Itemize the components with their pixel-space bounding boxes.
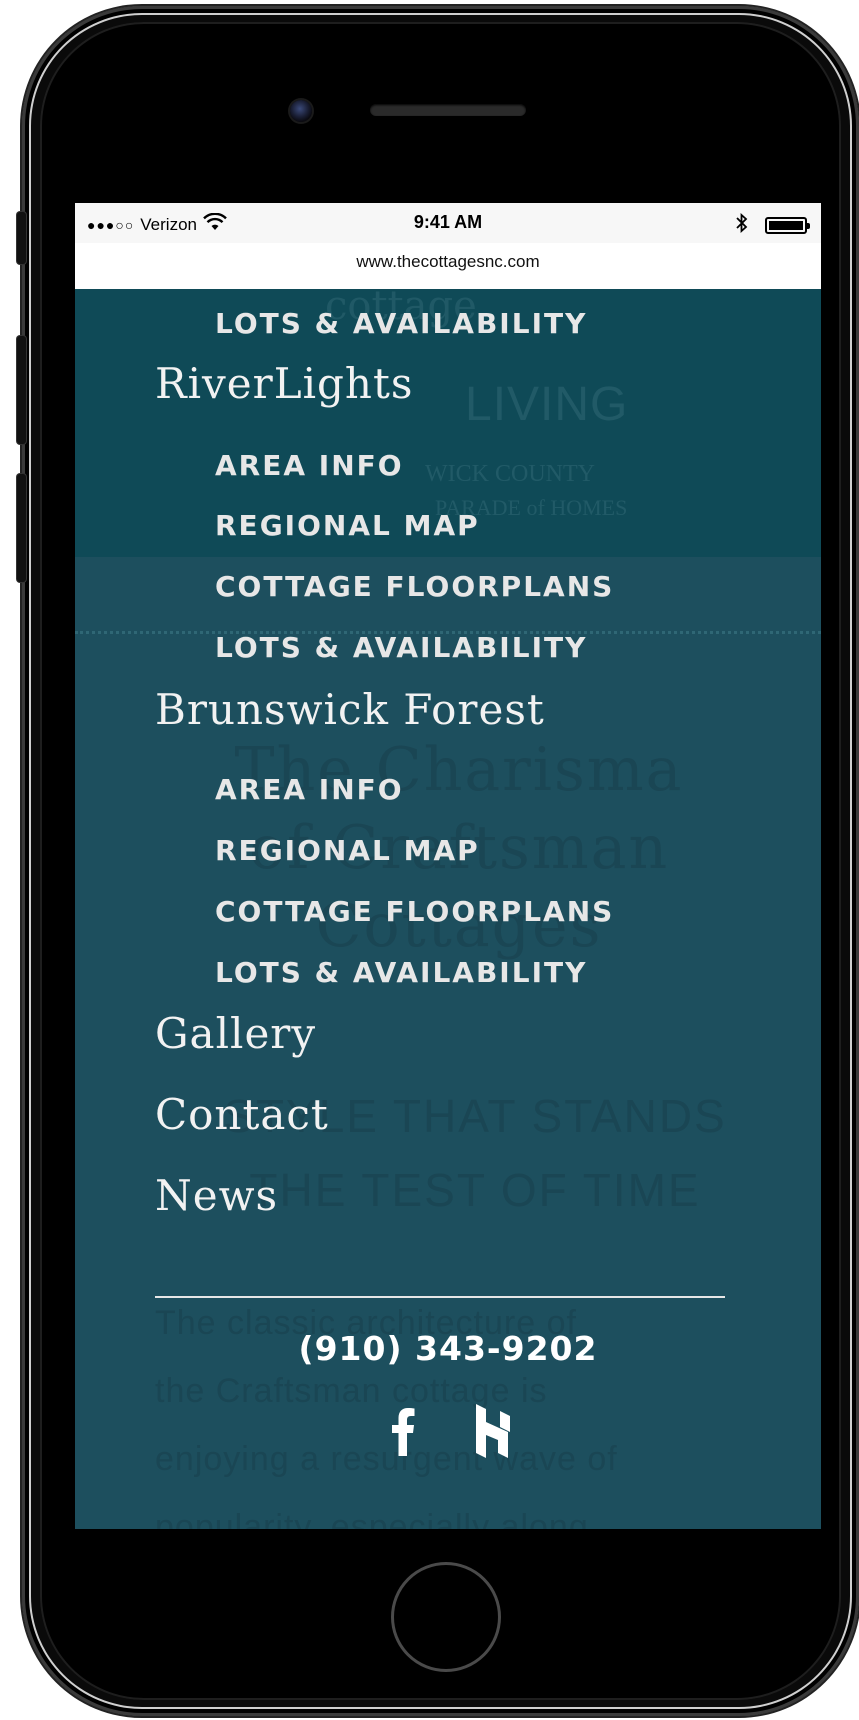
bluetooth-icon (735, 212, 749, 238)
menu-item-contact[interactable]: Contact (155, 1090, 329, 1139)
menu-divider (155, 1296, 725, 1298)
front-camera (290, 100, 312, 122)
brunswick-regional-map[interactable]: REGIONAL MAP (215, 834, 480, 867)
phone-number-link[interactable]: (910) 343-9202 (75, 1329, 821, 1368)
battery-icon (765, 217, 810, 234)
navigation-menu: LOTS & AVAILABILITY RiverLights AREA INF… (75, 289, 821, 1529)
home-button[interactable] (391, 1562, 501, 1672)
riverlights-lots-availability[interactable]: LOTS & AVAILABILITY (215, 631, 587, 664)
menu-item-gallery[interactable]: Gallery (155, 1009, 316, 1058)
brunswick-cottage-floorplans[interactable]: COTTAGE FLOORPLANS (215, 895, 614, 928)
riverlights-area-info[interactable]: AREA INFO (215, 449, 404, 482)
status-bar: ●●●○○ Verizon 9:41 AM (75, 203, 821, 243)
facebook-icon[interactable] (378, 1401, 428, 1461)
status-time: 9:41 AM (413, 212, 483, 232)
menu-item-news[interactable]: News (155, 1171, 278, 1220)
phone-screen: ●●●○○ Verizon 9:41 AM www.thecottagesnc.… (75, 203, 821, 1529)
earpiece-speaker (370, 104, 526, 116)
menu-section-brunswick-forest[interactable]: Brunswick Forest (155, 685, 545, 734)
houzz-icon[interactable] (468, 1401, 518, 1461)
volume-down-button (17, 474, 26, 582)
social-links (75, 1401, 821, 1461)
url-bar[interactable]: www.thecottagesnc.com (75, 243, 821, 290)
mute-switch (17, 212, 26, 264)
menu-item-lots-availability[interactable]: LOTS & AVAILABILITY (215, 307, 587, 340)
brunswick-lots-availability[interactable]: LOTS & AVAILABILITY (215, 956, 587, 989)
riverlights-cottage-floorplans[interactable]: COTTAGE FLOORPLANS (215, 570, 614, 603)
brunswick-area-info[interactable]: AREA INFO (215, 773, 404, 806)
menu-section-riverlights[interactable]: RiverLights (155, 359, 413, 408)
riverlights-regional-map[interactable]: REGIONAL MAP (215, 509, 480, 542)
volume-up-button (17, 336, 26, 444)
